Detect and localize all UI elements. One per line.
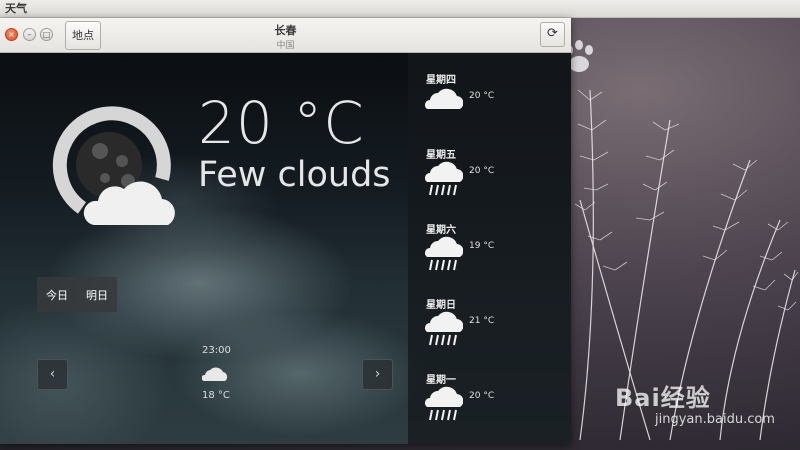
forecast-temperature: 20 °C: [469, 91, 495, 101]
next-button[interactable]: ›: [362, 359, 393, 390]
day-tabs: 今日 明日: [37, 277, 117, 312]
hourly-time: 23:00: [202, 345, 231, 356]
forecast-item: 星期五 20 °C: [408, 146, 571, 221]
forecast-item: 星期日 21 °C: [408, 296, 571, 371]
country-subtitle: 中国: [276, 41, 295, 51]
tab-today[interactable]: 今日: [37, 287, 77, 303]
chevron-left-icon: ‹: [49, 366, 56, 382]
cloud-icon: [425, 88, 463, 109]
current-condition: Few clouds: [198, 155, 391, 195]
tab-tomorrow[interactable]: 明日: [77, 287, 117, 303]
city-title: 长春: [274, 24, 297, 37]
forecast-item: 星期四 20 °C: [408, 71, 571, 146]
forecast-day: 星期日: [426, 300, 456, 311]
forecast-day: 星期五: [426, 150, 456, 161]
forecast-temperature: 21 °C: [469, 316, 495, 326]
hourly-temperature: 18 °C: [202, 390, 230, 401]
forecast-temperature: 20 °C: [469, 166, 495, 176]
prev-button[interactable]: ‹: [37, 359, 68, 390]
titlebar[interactable]: × – □ 地点 长春 中国 ⟳: [0, 18, 571, 53]
watermark-url: jingyan.baidu.com: [655, 412, 775, 427]
few-clouds-night-icon: [52, 106, 175, 225]
forecast-item: 星期一 20 °C: [408, 371, 571, 444]
rain-icon: [425, 386, 463, 421]
current-temperature: 20 °C: [198, 89, 365, 157]
rain-icon: [425, 236, 463, 271]
weather-content: 20 °C Few clouds 今日 明日 ‹ › 23:00 18 °C 星…: [0, 53, 571, 444]
forecast-day: 星期四: [426, 75, 456, 86]
weather-window: × – □ 地点 长春 中国 ⟳ 20 °C Few clouds 今日 明日 …: [0, 18, 571, 444]
forecast-temperature: 20 °C: [469, 391, 495, 401]
cloud-icon: [202, 367, 228, 381]
rain-icon: [425, 161, 463, 196]
chevron-right-icon: ›: [374, 366, 381, 382]
forecast-temperature: 19 °C: [469, 241, 495, 251]
forecast-panel: 星期四 20 °C 星期五 20 °C 星期六 19 °C 星期日 21 °C …: [408, 53, 571, 444]
rain-icon: [425, 311, 463, 346]
forecast-day: 星期六: [426, 225, 456, 236]
refresh-icon: ⟳: [547, 26, 558, 41]
app-name: 天气: [5, 2, 27, 15]
forecast-item: 星期六 19 °C: [408, 221, 571, 296]
watermark-brand: Bai经验: [615, 384, 711, 412]
forecast-day: 星期一: [426, 375, 456, 386]
refresh-button[interactable]: ⟳: [540, 22, 565, 47]
top-panel: 天气: [0, 0, 800, 18]
